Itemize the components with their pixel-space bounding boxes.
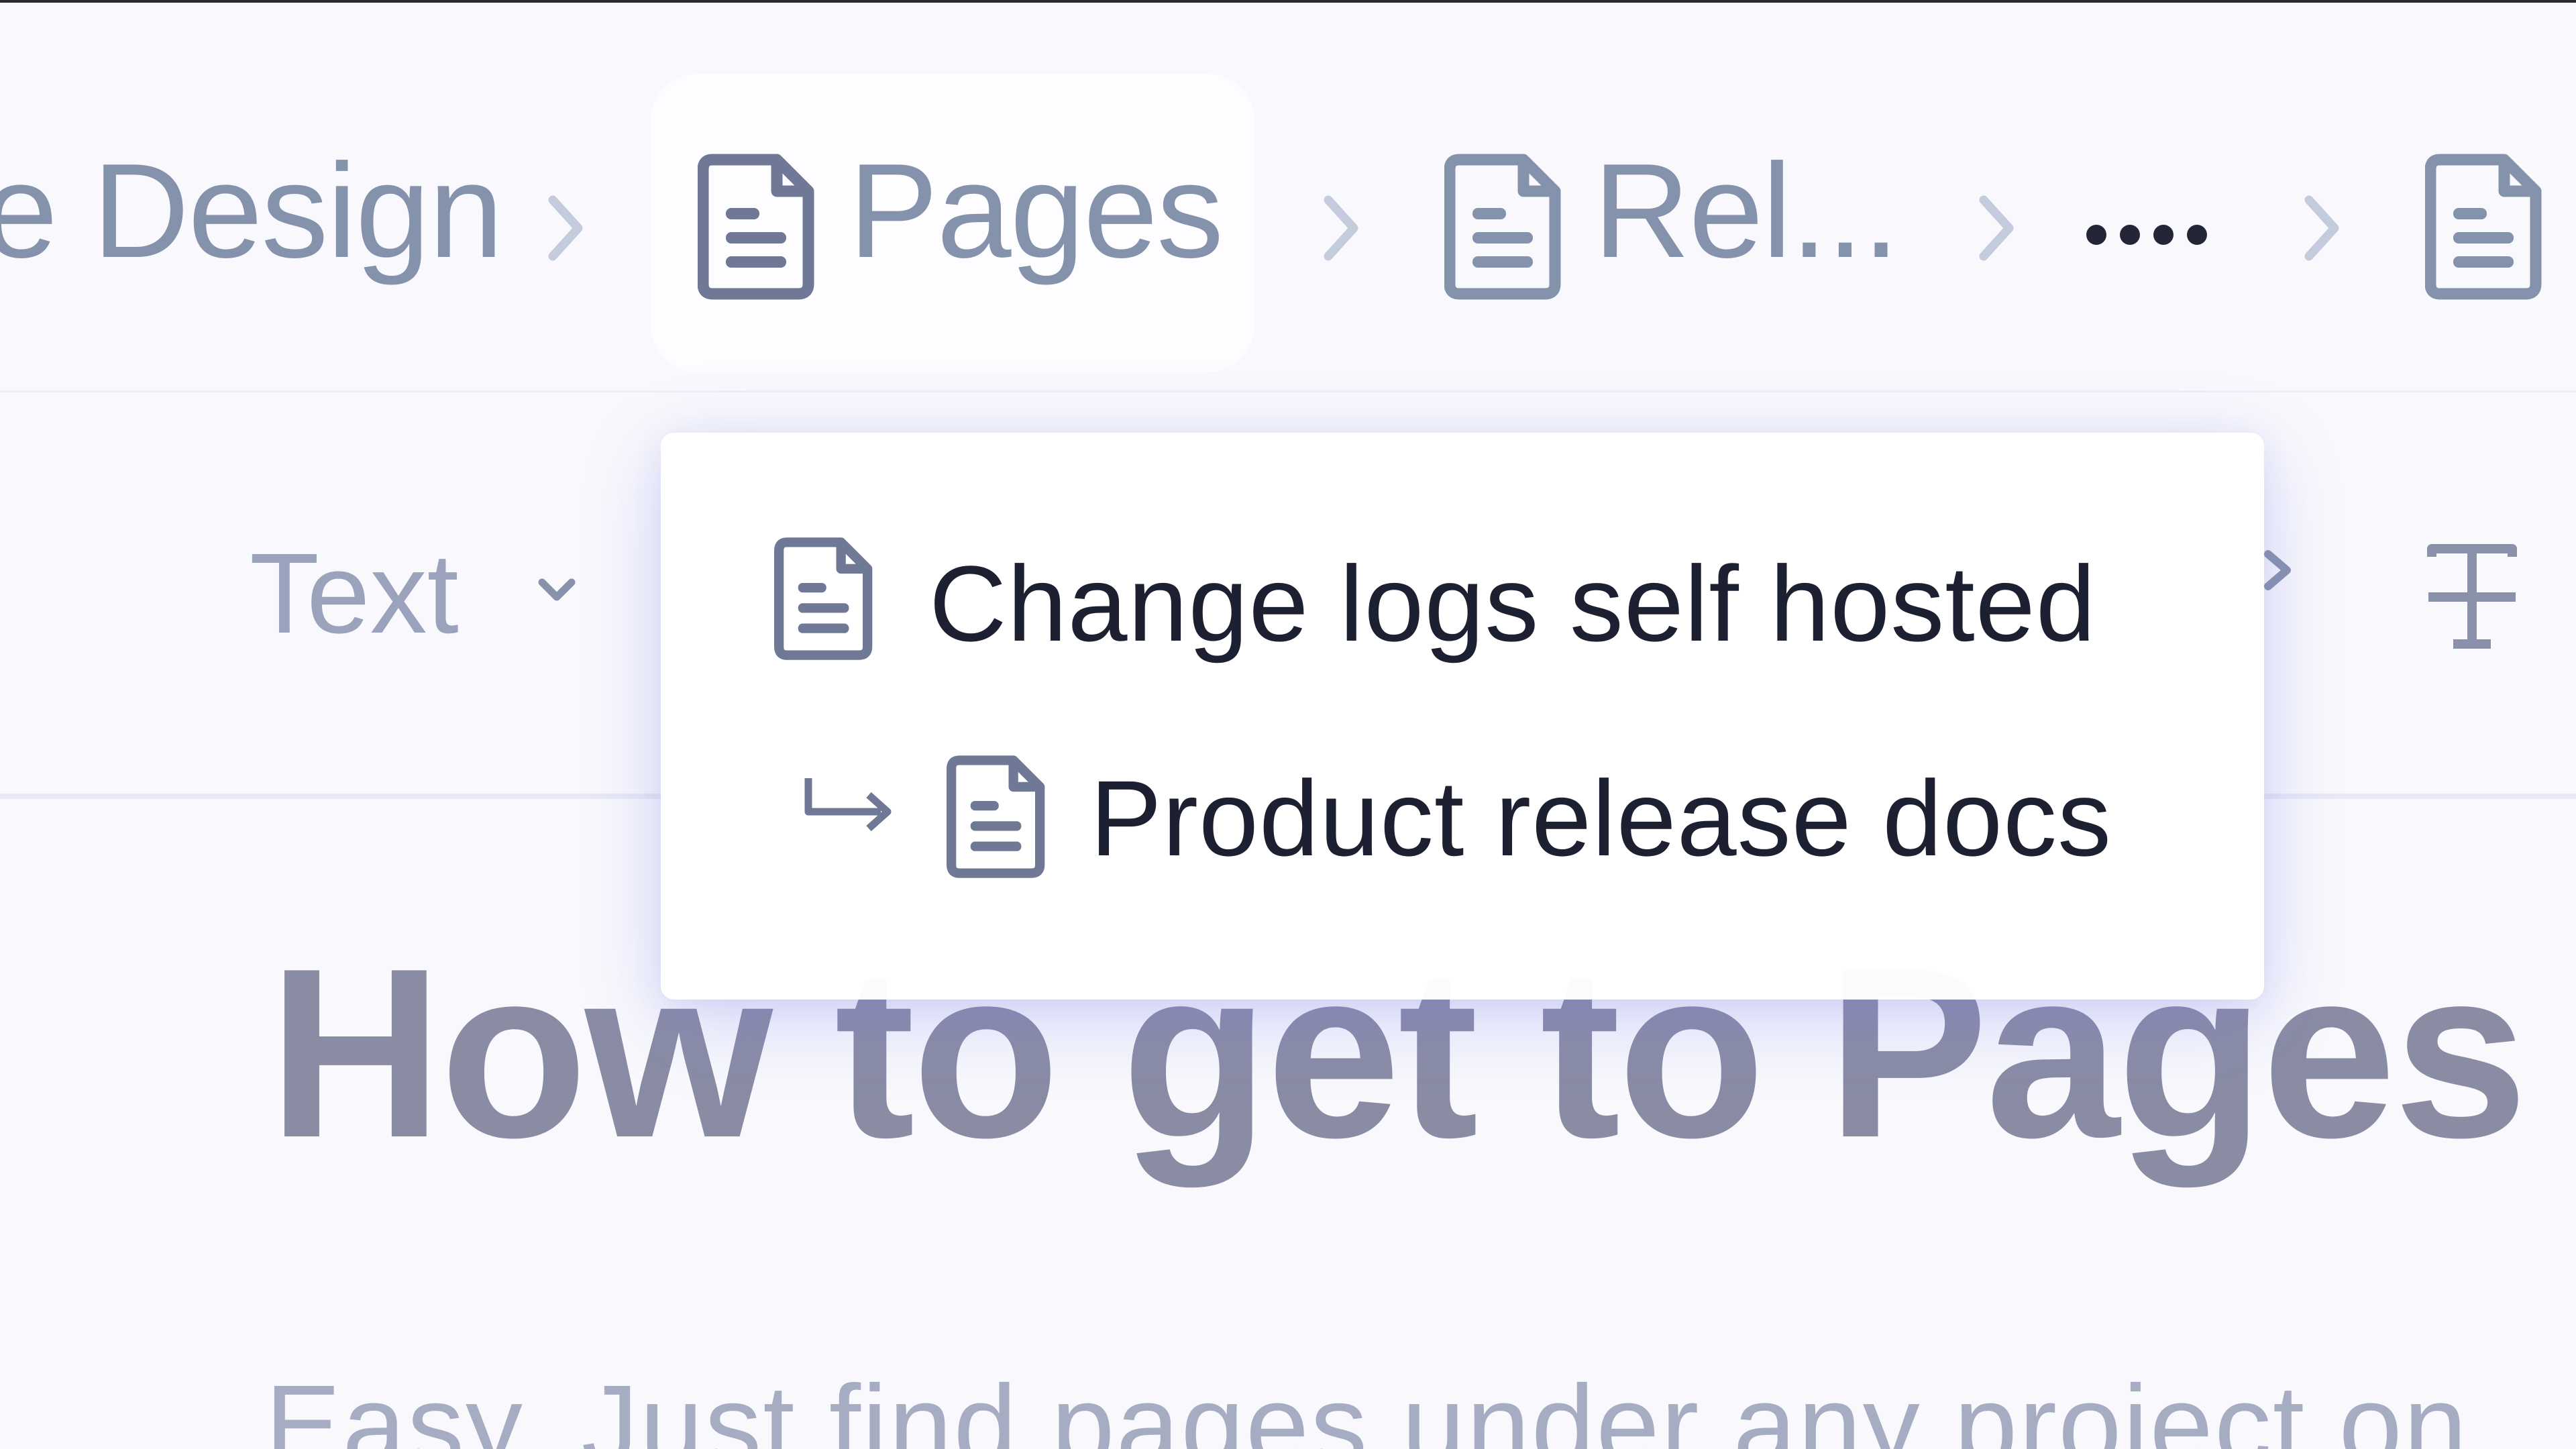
chevron-right-icon [2264,550,2291,590]
header-divider [0,390,2576,392]
chevron-right-icon [1324,195,1358,261]
page-icon [1444,154,1561,300]
app-frame: e Design Pages Rel... Text How to get to… [0,0,2576,1449]
page-body-text[interactable]: Easy. Just find pages under any project … [265,1368,2468,1449]
dropdown-item-label: Change logs self hosted [929,543,2096,663]
breadcrumb-item-release[interactable]: Rel... [1593,144,1900,278]
text-style-dropdown[interactable]: Text [250,537,459,651]
breadcrumb-item-design[interactable]: e Design [0,144,503,278]
window-top-edge [0,0,2576,3]
breadcrumb-dropdown-menu: Change logs self hosted Product release … [661,433,2264,1000]
page-icon [774,537,873,660]
chevron-right-icon [548,195,583,261]
strikethrough-icon[interactable] [2425,543,2519,651]
page-icon[interactable] [2425,153,2542,301]
more-horizontal-icon[interactable] [2086,215,2220,255]
dropdown-item-product-release[interactable]: Product release docs [661,738,2264,926]
page-icon [698,154,814,300]
dropdown-item-label: Product release docs [1090,758,2112,878]
chevron-right-icon [1979,195,2014,261]
page-icon [947,755,1045,878]
chevron-right-icon [2304,195,2339,261]
breadcrumb-item-pages[interactable]: Pages [849,144,1224,278]
child-arrow-icon [804,778,892,832]
dropdown-item-change-logs[interactable]: Change logs self hosted [661,510,2264,698]
chevron-down-icon[interactable] [537,577,577,604]
